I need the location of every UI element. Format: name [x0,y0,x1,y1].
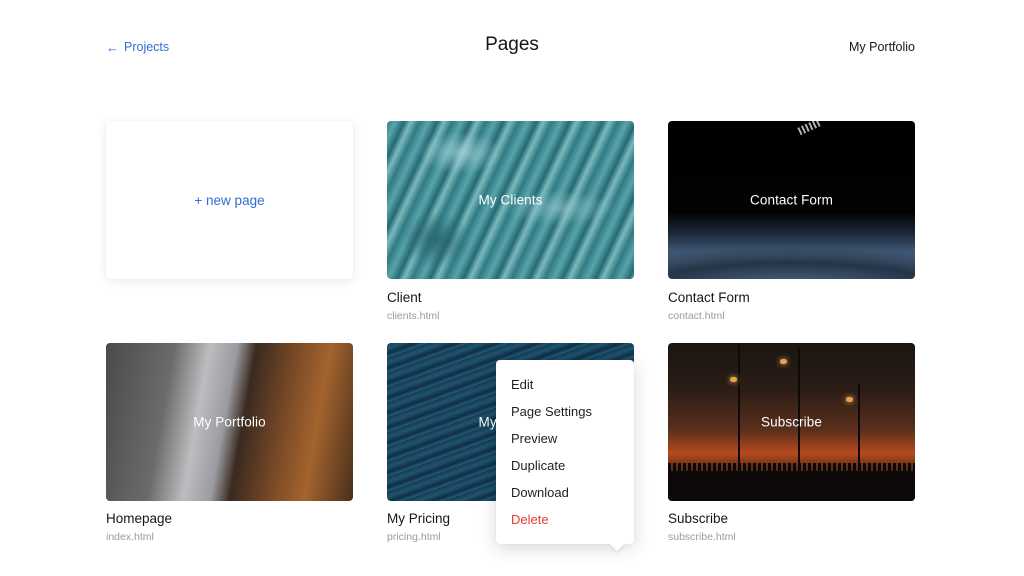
new-page-label: + new page [194,192,265,208]
menu-item-delete[interactable]: Delete [496,508,634,535]
page-name: Client [387,290,422,305]
top-bar: ← Projects Pages My Portfolio [0,0,1024,96]
menu-item-download[interactable]: Download [496,481,634,508]
satellite-decoration [797,121,821,136]
page-card-contact[interactable]: Contact Form [668,121,915,279]
lamp-light [846,397,853,402]
page-name: Subscribe [668,511,729,526]
lamp-light [780,359,787,364]
page-card-overlay-title: Contact Form [750,192,833,208]
project-name[interactable]: My Portfolio [849,40,915,54]
page-card-subscribe[interactable]: Subscribe [668,343,915,501]
page-card-overlay-title: My Portfolio [193,414,266,430]
lamp-post [798,347,800,473]
page-context-menu: Edit Page Settings Preview Duplicate Dow… [496,360,634,544]
menu-item-page-settings[interactable]: Page Settings [496,400,634,427]
page-card-overlay-title: Subscribe [761,414,822,430]
page-filename: index.html [106,531,154,543]
ground-silhouette [668,471,915,501]
page-filename: contact.html [668,310,725,322]
menu-item-preview[interactable]: Preview [496,427,634,454]
page-filename: pricing.html [387,531,441,543]
lamp-post [738,343,740,473]
page-card-homepage[interactable]: My Portfolio [106,343,353,501]
page-card-clients[interactable]: My Clients [387,121,634,279]
page-name: Homepage [106,511,173,526]
page-filename: clients.html [387,310,440,322]
page-name: Contact Form [668,290,750,305]
menu-item-edit[interactable]: Edit [496,373,634,400]
lamp-light [730,377,737,382]
menu-item-duplicate[interactable]: Duplicate [496,454,634,481]
new-page-card[interactable]: + new page [106,121,353,279]
page-name: My Pricing [387,511,451,526]
page-filename: subscribe.html [668,531,736,543]
page-card-overlay-title: My Clients [478,192,543,208]
